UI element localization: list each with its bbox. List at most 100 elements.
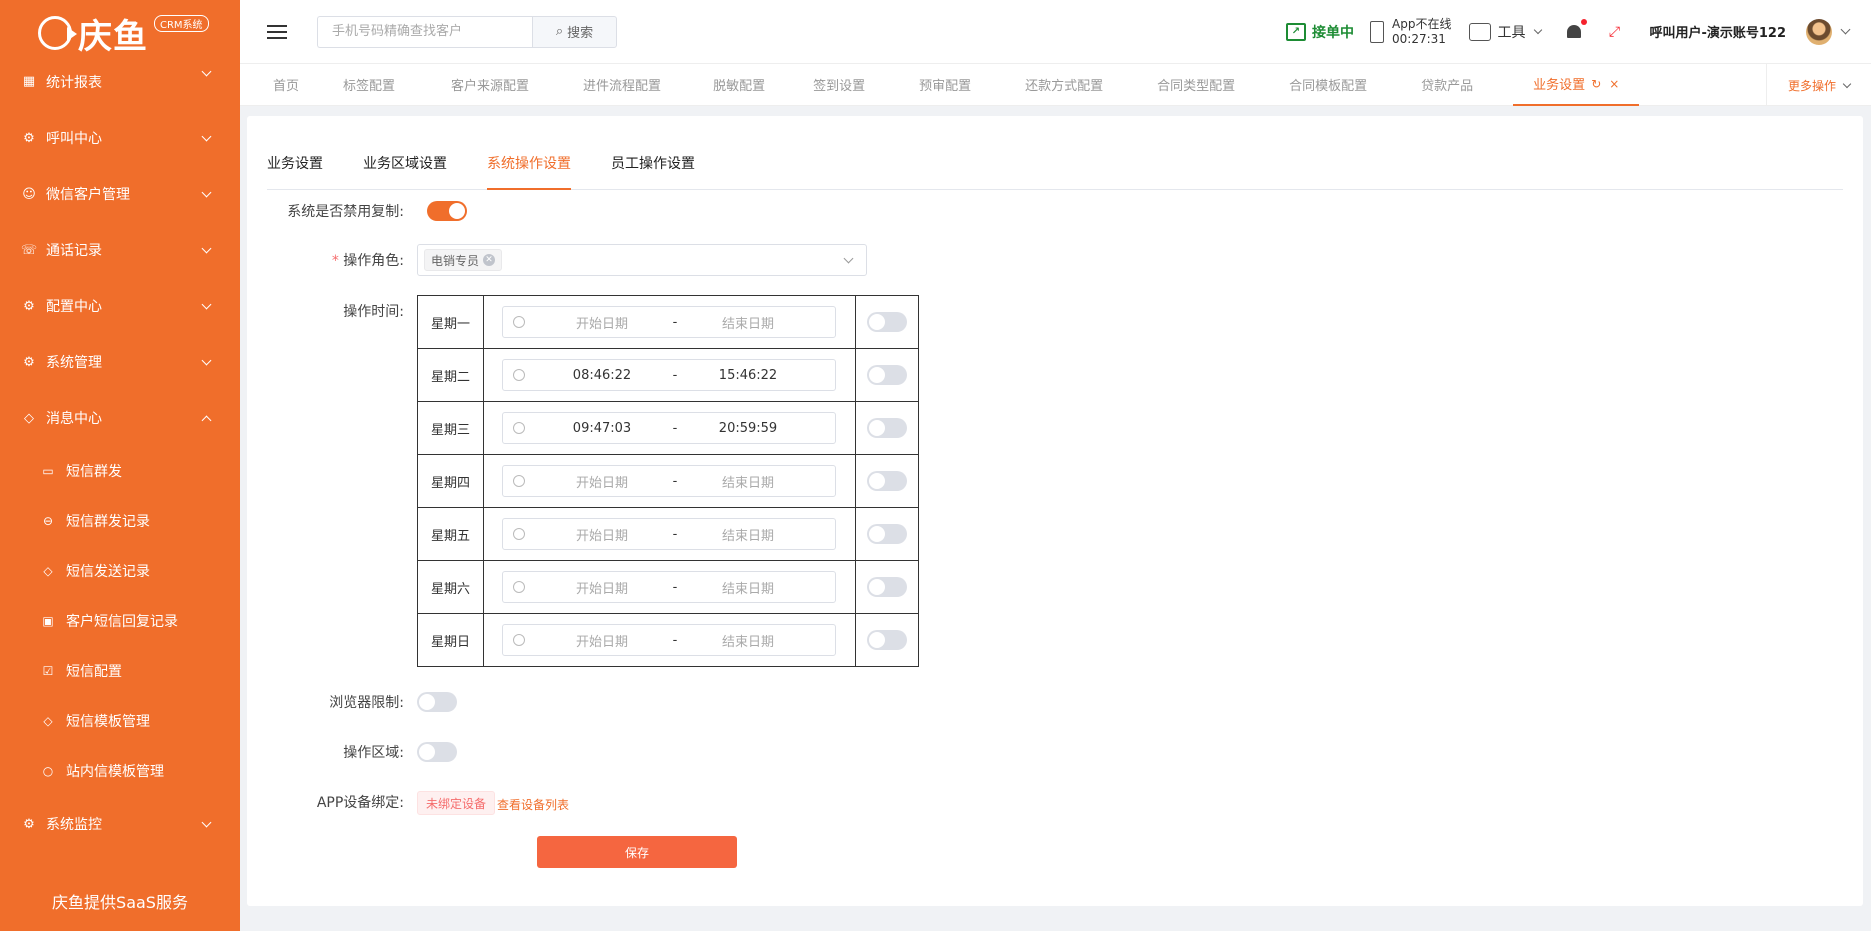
- clock-icon: [513, 475, 525, 487]
- submenu-item-inbox-templates[interactable]: ○ 站内信模板管理: [0, 746, 240, 796]
- tab-checkin-settings[interactable]: 签到设置: [813, 64, 865, 106]
- chevron-down-icon: [201, 355, 212, 365]
- sidebar-item-label: 微信客户管理: [46, 187, 130, 203]
- page-tabs-bar: 首页 标签配置 客户来源配置 进件流程配置 脱敏配置 签到设置 预审配置 还款方…: [240, 64, 1871, 106]
- day-enable-switch[interactable]: [867, 312, 907, 332]
- subtab-system-ops[interactable]: 系统操作设置: [487, 146, 571, 190]
- start-time-placeholder: 开始日期: [575, 475, 628, 491]
- sidebar-item-wechat[interactable]: ☺ 微信客户管理: [0, 166, 240, 222]
- tab-process-config[interactable]: 进件流程配置: [583, 64, 661, 106]
- submenu-item-sms-bulk-records[interactable]: ⊖ 短信群发记录: [0, 496, 240, 546]
- end-time-placeholder: 结束日期: [721, 528, 774, 544]
- area-switch[interactable]: [417, 742, 457, 762]
- sidebar-item-config[interactable]: ⚙ 配置中心: [0, 278, 240, 334]
- start-time-placeholder: 开始日期: [575, 634, 628, 650]
- time-range-picker[interactable]: 09:47:03 - 20:59:59: [502, 412, 836, 444]
- weekday-label: 星期三: [417, 401, 484, 455]
- time-range-cell: 开始日期 - 结束日期: [483, 613, 856, 667]
- end-time-placeholder: 结束日期: [721, 634, 774, 650]
- time-range-cell: 09:47:03 - 20:59:59: [483, 401, 856, 455]
- chevron-down-icon: [1534, 25, 1543, 34]
- tab-precheck-config[interactable]: 预审配置: [919, 64, 971, 106]
- browser-limit-switch[interactable]: [417, 692, 457, 712]
- view-devices-link[interactable]: 查看设备列表: [497, 796, 569, 813]
- range-separator: -: [672, 579, 678, 595]
- time-range-cell: 开始日期 - 结束日期: [483, 454, 856, 508]
- tab-contract-template[interactable]: 合同模板配置: [1289, 64, 1367, 106]
- tab-business-settings[interactable]: 业务设置 ↻ ×: [1513, 64, 1640, 106]
- day-enable-switch[interactable]: [867, 577, 907, 597]
- minus-circle-icon: ⊖: [42, 514, 54, 528]
- time-range-picker[interactable]: 开始日期 - 结束日期: [502, 624, 836, 656]
- close-icon[interactable]: ×: [1609, 77, 1619, 91]
- submenu-item-sms-send-records[interactable]: ◇ 短信发送记录: [0, 546, 240, 596]
- sidebar-item-messages[interactable]: ◇ 消息中心: [0, 390, 240, 446]
- notification-bell-icon[interactable]: [1565, 18, 1588, 42]
- sidebar-item-call-records[interactable]: ☏ 通话记录: [0, 222, 240, 278]
- header-right: ↗ 接单中 App不在线 00:27:31 工具 ⤢ 呼叫用户-演示账号122: [1286, 0, 1871, 64]
- tab-masking-config[interactable]: 脱敏配置: [713, 64, 765, 106]
- day-enable-switch[interactable]: [867, 471, 907, 491]
- chevron-down-icon: [201, 243, 212, 253]
- tab-loan-products[interactable]: 贷款产品: [1421, 64, 1473, 106]
- role-select[interactable]: 电销专员 ✕: [417, 244, 867, 276]
- time-range-picker[interactable]: 08:46:22 - 15:46:22: [502, 359, 836, 391]
- schedule-row: 星期二 08:46:22 - 15:46:22: [417, 348, 919, 402]
- save-button[interactable]: 保存: [537, 836, 737, 868]
- schedule-row: 星期三 09:47:03 - 20:59:59: [417, 401, 919, 455]
- subtab-business[interactable]: 业务设置: [267, 146, 323, 190]
- subtab-staff-ops[interactable]: 员工操作设置: [611, 146, 695, 190]
- sidebar-item-stats[interactable]: ▦ 统计报表: [0, 64, 240, 110]
- tab-contract-type[interactable]: 合同类型配置: [1157, 64, 1235, 106]
- more-actions-dropdown[interactable]: 更多操作: [1766, 64, 1871, 106]
- range-separator: -: [672, 632, 678, 648]
- search-button-label: 搜索: [567, 26, 594, 41]
- tab-home[interactable]: 首页: [273, 64, 299, 106]
- sidebar-item-label: 配置中心: [46, 299, 102, 315]
- user-name[interactable]: 呼叫用户-演示账号122: [1649, 22, 1786, 41]
- range-separator: -: [672, 314, 678, 330]
- tab-repayment-config[interactable]: 还款方式配置: [1025, 64, 1103, 106]
- menu-toggle-icon[interactable]: [267, 24, 287, 39]
- tab-tag-config[interactable]: 标签配置: [343, 64, 395, 106]
- day-enable-cell: [855, 560, 919, 614]
- sidebar-item-call-center[interactable]: ⚙ 呼叫中心: [0, 110, 240, 166]
- chevron-down-icon[interactable]: [1840, 24, 1851, 35]
- subtab-business-area[interactable]: 业务区域设置: [363, 146, 447, 190]
- logo-text: 庆鱼: [78, 16, 148, 57]
- refresh-icon[interactable]: ↻: [1591, 77, 1601, 91]
- sidebar-item-label: 通话记录: [46, 243, 102, 259]
- day-enable-switch[interactable]: [867, 524, 907, 544]
- sidebar-item-system[interactable]: ⚙ 系统管理: [0, 334, 240, 390]
- submenu-item-sms-bulk[interactable]: ▭ 短信群发: [0, 446, 240, 496]
- tab-source-config[interactable]: 客户来源配置: [451, 64, 529, 106]
- submenu-item-sms-reply-records[interactable]: ▣ 客户短信回复记录: [0, 596, 240, 646]
- time-range-picker[interactable]: 开始日期 - 结束日期: [502, 465, 836, 497]
- take-orders-status[interactable]: ↗ 接单中: [1286, 22, 1354, 42]
- day-enable-switch[interactable]: [867, 365, 907, 385]
- weekday-label: 星期日: [417, 613, 484, 667]
- submenu-item-sms-config[interactable]: ☑ 短信配置: [0, 646, 240, 696]
- disable-copy-switch[interactable]: [427, 201, 467, 221]
- disable-copy-label: 系统是否禁用复制:: [287, 204, 404, 220]
- tag-icon: ◇: [43, 714, 53, 728]
- start-time-value: 08:46:22: [572, 367, 632, 383]
- search-button[interactable]: ⌕ 搜索: [532, 15, 617, 48]
- search-input[interactable]: [317, 15, 532, 48]
- weekday-label: 星期六: [417, 560, 484, 614]
- submenu-item-label: 短信模板管理: [66, 714, 150, 730]
- time-range-picker[interactable]: 开始日期 - 结束日期: [502, 306, 836, 338]
- sidebar-item-monitor[interactable]: ⚙ 系统监控: [0, 796, 240, 852]
- tools-dropdown[interactable]: 工具: [1469, 22, 1543, 42]
- clock-icon: [513, 316, 525, 328]
- avatar[interactable]: [1806, 18, 1832, 45]
- day-enable-switch[interactable]: [867, 630, 907, 650]
- day-enable-switch[interactable]: [867, 418, 907, 438]
- close-icon[interactable]: ✕: [483, 254, 496, 266]
- time-range-picker[interactable]: 开始日期 - 结束日期: [502, 518, 836, 550]
- time-range-picker[interactable]: 开始日期 - 结束日期: [502, 571, 836, 603]
- logo[interactable]: 庆鱼 CRM系统: [0, 0, 240, 66]
- fullscreen-icon[interactable]: ⤢: [1605, 23, 1623, 41]
- submenu-item-sms-templates[interactable]: ◇ 短信模板管理: [0, 696, 240, 746]
- start-time-placeholder: 开始日期: [575, 581, 628, 597]
